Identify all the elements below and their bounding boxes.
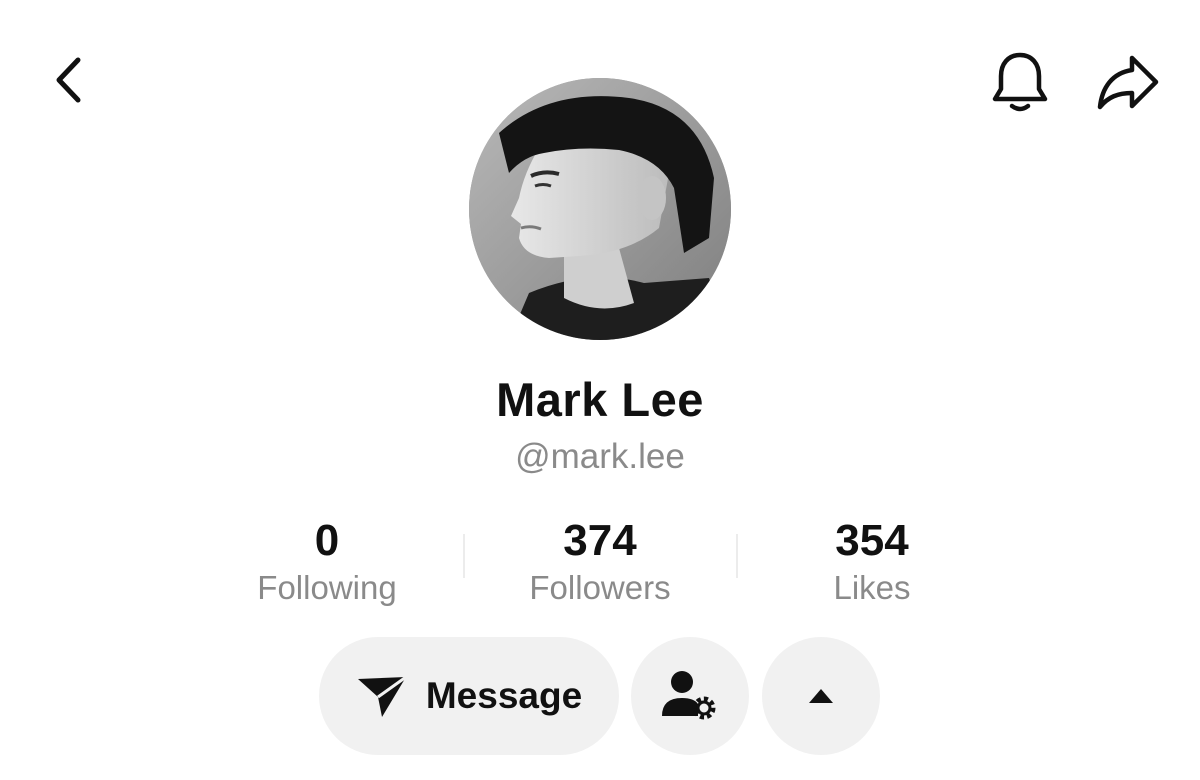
back-button[interactable]: [40, 50, 100, 110]
profile-handle: @mark.lee: [515, 437, 685, 476]
share-arrow-icon: [1097, 55, 1159, 110]
expand-button[interactable]: [762, 637, 880, 755]
stat-likes[interactable]: 354 Likes: [752, 514, 992, 608]
stat-label: Following: [257, 569, 397, 606]
stat-value: 0: [314, 516, 340, 565]
caret-up-icon: [809, 689, 833, 703]
stat-value: 354: [835, 516, 909, 565]
bell-icon: [992, 52, 1048, 112]
send-icon: [357, 675, 407, 717]
profile-page: Mark Lee @mark.lee 0 Following 374 Follo…: [0, 0, 1200, 780]
profile-name: Mark Lee: [496, 373, 704, 426]
stat-following[interactable]: 0 Following: [207, 514, 447, 608]
profile-settings-button[interactable]: [631, 637, 749, 755]
message-label: Message: [425, 675, 583, 716]
stat-value: 374: [563, 516, 637, 565]
share-button[interactable]: [1092, 48, 1164, 116]
message-button[interactable]: Message: [319, 637, 619, 755]
stat-label: Followers: [529, 569, 671, 606]
person-gear-icon: [662, 671, 716, 720]
stat-divider: [463, 534, 465, 578]
stat-followers[interactable]: 374 Followers: [480, 514, 720, 608]
chevron-left-icon: [56, 57, 81, 103]
stat-divider: [736, 534, 738, 578]
avatar[interactable]: [469, 78, 731, 340]
notifications-button[interactable]: [986, 48, 1054, 116]
stat-label: Likes: [833, 569, 911, 606]
avatar-photo: [469, 78, 731, 340]
